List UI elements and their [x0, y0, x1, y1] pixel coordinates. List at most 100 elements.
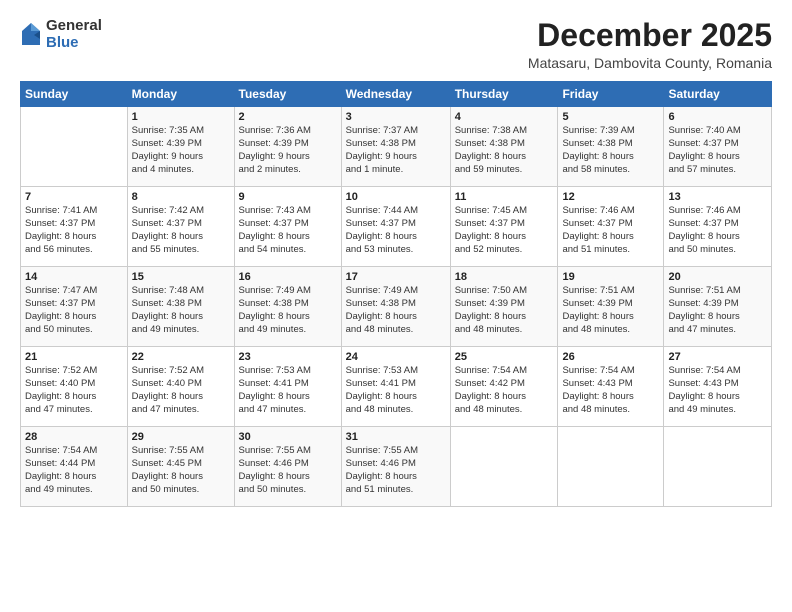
- table-row: 28 Sunrise: 7:54 AMSunset: 4:44 PMDayligh…: [21, 427, 128, 507]
- day-number: 9: [239, 191, 337, 203]
- day-number: 30: [239, 431, 337, 443]
- day-info: Sunrise: 7:50 AMSunset: 4:39 PMDaylight:…: [455, 285, 554, 336]
- day-info: Sunrise: 7:42 AMSunset: 4:37 PMDaylight:…: [132, 205, 230, 256]
- day-info: Sunrise: 7:53 AMSunset: 4:41 PMDaylight:…: [239, 365, 337, 416]
- calendar-week-row: 21 Sunrise: 7:52 AMSunset: 4:40 PMDayligh…: [21, 347, 772, 427]
- table-row: 16 Sunrise: 7:49 AMSunset: 4:38 PMDayligh…: [234, 267, 341, 347]
- table-row: 19Sunrise: 7:51 AMSunset: 4:39 PMDayligh…: [558, 267, 664, 347]
- day-number: 29: [132, 431, 230, 443]
- col-tuesday: Tuesday: [234, 82, 341, 107]
- col-monday: Monday: [127, 82, 234, 107]
- day-info: Sunrise: 7:38 AMSunset: 4:38 PMDaylight:…: [455, 125, 554, 176]
- day-info: Sunrise: 7:46 AMSunset: 4:37 PMDaylight:…: [668, 205, 767, 256]
- day-number: 2: [239, 111, 337, 123]
- day-number: 25: [455, 351, 554, 363]
- day-number: 13: [668, 191, 767, 203]
- day-info: Sunrise: 7:54 AMSunset: 4:43 PMDaylight:…: [562, 365, 659, 416]
- day-number: 14: [25, 271, 123, 283]
- logo-text: General Blue: [46, 18, 102, 51]
- calendar-week-row: 14 Sunrise: 7:47 AMSunset: 4:37 PMDayligh…: [21, 267, 772, 347]
- table-row: 12 Sunrise: 7:46 AMSunset: 4:37 PMDayligh…: [558, 187, 664, 267]
- day-info: Sunrise: 7:54 AMSunset: 4:43 PMDaylight:…: [668, 365, 767, 416]
- day-number: 15: [132, 271, 230, 283]
- table-row: 30Sunrise: 7:55 AMSunset: 4:46 PMDayligh…: [234, 427, 341, 507]
- day-info: Sunrise: 7:55 AMSunset: 4:46 PMDaylight:…: [346, 445, 446, 496]
- day-number: 24: [346, 351, 446, 363]
- day-info: Sunrise: 7:39 AMSunset: 4:38 PMDaylight:…: [562, 125, 659, 176]
- logo-blue-label: Blue: [46, 35, 102, 52]
- day-info: Sunrise: 7:35 AMSunset: 4:39 PMDaylight:…: [132, 125, 230, 176]
- table-row: 10 Sunrise: 7:44 AMSunset: 4:37 PMDayligh…: [341, 187, 450, 267]
- day-info: Sunrise: 7:41 AMSunset: 4:37 PMDaylight:…: [25, 205, 123, 256]
- table-row: 21 Sunrise: 7:52 AMSunset: 4:40 PMDayligh…: [21, 347, 128, 427]
- day-number: 17: [346, 271, 446, 283]
- day-info: Sunrise: 7:49 AMSunset: 4:38 PMDaylight:…: [239, 285, 337, 336]
- day-number: 10: [346, 191, 446, 203]
- table-row: 7 Sunrise: 7:41 AMSunset: 4:37 PMDaylight…: [21, 187, 128, 267]
- title-block: December 2025 Matasaru, Dambovita County…: [528, 18, 772, 71]
- day-number: 4: [455, 111, 554, 123]
- table-row: 2 Sunrise: 7:36 AMSunset: 4:39 PMDaylight…: [234, 107, 341, 187]
- table-row: 26Sunrise: 7:54 AMSunset: 4:43 PMDayligh…: [558, 347, 664, 427]
- logo: General Blue: [20, 18, 102, 51]
- table-row: 15 Sunrise: 7:48 AMSunset: 4:38 PMDayligh…: [127, 267, 234, 347]
- table-row: 9Sunrise: 7:43 AMSunset: 4:37 PMDaylight…: [234, 187, 341, 267]
- page: General Blue December 2025 Matasaru, Dam…: [0, 0, 792, 612]
- col-saturday: Saturday: [664, 82, 772, 107]
- day-info: Sunrise: 7:51 AMSunset: 4:39 PMDaylight:…: [668, 285, 767, 336]
- calendar-week-row: 28 Sunrise: 7:54 AMSunset: 4:44 PMDayligh…: [21, 427, 772, 507]
- table-row: 8Sunrise: 7:42 AMSunset: 4:37 PMDaylight…: [127, 187, 234, 267]
- table-row: 1 Sunrise: 7:35 AMSunset: 4:39 PMDaylight…: [127, 107, 234, 187]
- day-number: 20: [668, 271, 767, 283]
- table-row: 23Sunrise: 7:53 AMSunset: 4:41 PMDayligh…: [234, 347, 341, 427]
- day-info: Sunrise: 7:45 AMSunset: 4:37 PMDaylight:…: [455, 205, 554, 256]
- day-info: Sunrise: 7:49 AMSunset: 4:38 PMDaylight:…: [346, 285, 446, 336]
- day-number: 28: [25, 431, 123, 443]
- day-info: Sunrise: 7:52 AMSunset: 4:40 PMDaylight:…: [25, 365, 123, 416]
- header: General Blue December 2025 Matasaru, Dam…: [20, 18, 772, 71]
- day-info: Sunrise: 7:36 AMSunset: 4:39 PMDaylight:…: [239, 125, 337, 176]
- calendar-week-row: 1 Sunrise: 7:35 AMSunset: 4:39 PMDaylight…: [21, 107, 772, 187]
- day-info: Sunrise: 7:54 AMSunset: 4:44 PMDaylight:…: [25, 445, 123, 496]
- day-number: 5: [562, 111, 659, 123]
- logo-general-label: General: [46, 18, 102, 35]
- table-row: 11 Sunrise: 7:45 AMSunset: 4:37 PMDayligh…: [450, 187, 558, 267]
- day-info: Sunrise: 7:47 AMSunset: 4:37 PMDaylight:…: [25, 285, 123, 336]
- table-row: 13 Sunrise: 7:46 AMSunset: 4:37 PMDayligh…: [664, 187, 772, 267]
- table-row: [558, 427, 664, 507]
- day-number: 3: [346, 111, 446, 123]
- table-row: 4 Sunrise: 7:38 AMSunset: 4:38 PMDaylight…: [450, 107, 558, 187]
- day-number: 21: [25, 351, 123, 363]
- table-row: 22Sunrise: 7:52 AMSunset: 4:40 PMDayligh…: [127, 347, 234, 427]
- day-info: Sunrise: 7:48 AMSunset: 4:38 PMDaylight:…: [132, 285, 230, 336]
- day-info: Sunrise: 7:53 AMSunset: 4:41 PMDaylight:…: [346, 365, 446, 416]
- day-info: Sunrise: 7:54 AMSunset: 4:42 PMDaylight:…: [455, 365, 554, 416]
- day-number: 12: [562, 191, 659, 203]
- day-info: Sunrise: 7:52 AMSunset: 4:40 PMDaylight:…: [132, 365, 230, 416]
- col-wednesday: Wednesday: [341, 82, 450, 107]
- calendar-week-row: 7 Sunrise: 7:41 AMSunset: 4:37 PMDaylight…: [21, 187, 772, 267]
- day-info: Sunrise: 7:46 AMSunset: 4:37 PMDaylight:…: [562, 205, 659, 256]
- table-row: [450, 427, 558, 507]
- table-row: 3Sunrise: 7:37 AMSunset: 4:38 PMDaylight…: [341, 107, 450, 187]
- day-number: 11: [455, 191, 554, 203]
- day-info: Sunrise: 7:55 AMSunset: 4:45 PMDaylight:…: [132, 445, 230, 496]
- day-number: 7: [25, 191, 123, 203]
- col-thursday: Thursday: [450, 82, 558, 107]
- day-info: Sunrise: 7:44 AMSunset: 4:37 PMDaylight:…: [346, 205, 446, 256]
- table-row: 6Sunrise: 7:40 AMSunset: 4:37 PMDaylight…: [664, 107, 772, 187]
- col-friday: Friday: [558, 82, 664, 107]
- day-number: 31: [346, 431, 446, 443]
- table-row: 17 Sunrise: 7:49 AMSunset: 4:38 PMDayligh…: [341, 267, 450, 347]
- day-number: 18: [455, 271, 554, 283]
- day-number: 1: [132, 111, 230, 123]
- table-row: [664, 427, 772, 507]
- month-title: December 2025: [528, 18, 772, 53]
- day-number: 19: [562, 271, 659, 283]
- day-number: 16: [239, 271, 337, 283]
- logo-icon: [20, 21, 42, 49]
- col-sunday: Sunday: [21, 82, 128, 107]
- table-row: 25 Sunrise: 7:54 AMSunset: 4:42 PMDayligh…: [450, 347, 558, 427]
- day-info: Sunrise: 7:40 AMSunset: 4:37 PMDaylight:…: [668, 125, 767, 176]
- table-row: 27Sunrise: 7:54 AMSunset: 4:43 PMDayligh…: [664, 347, 772, 427]
